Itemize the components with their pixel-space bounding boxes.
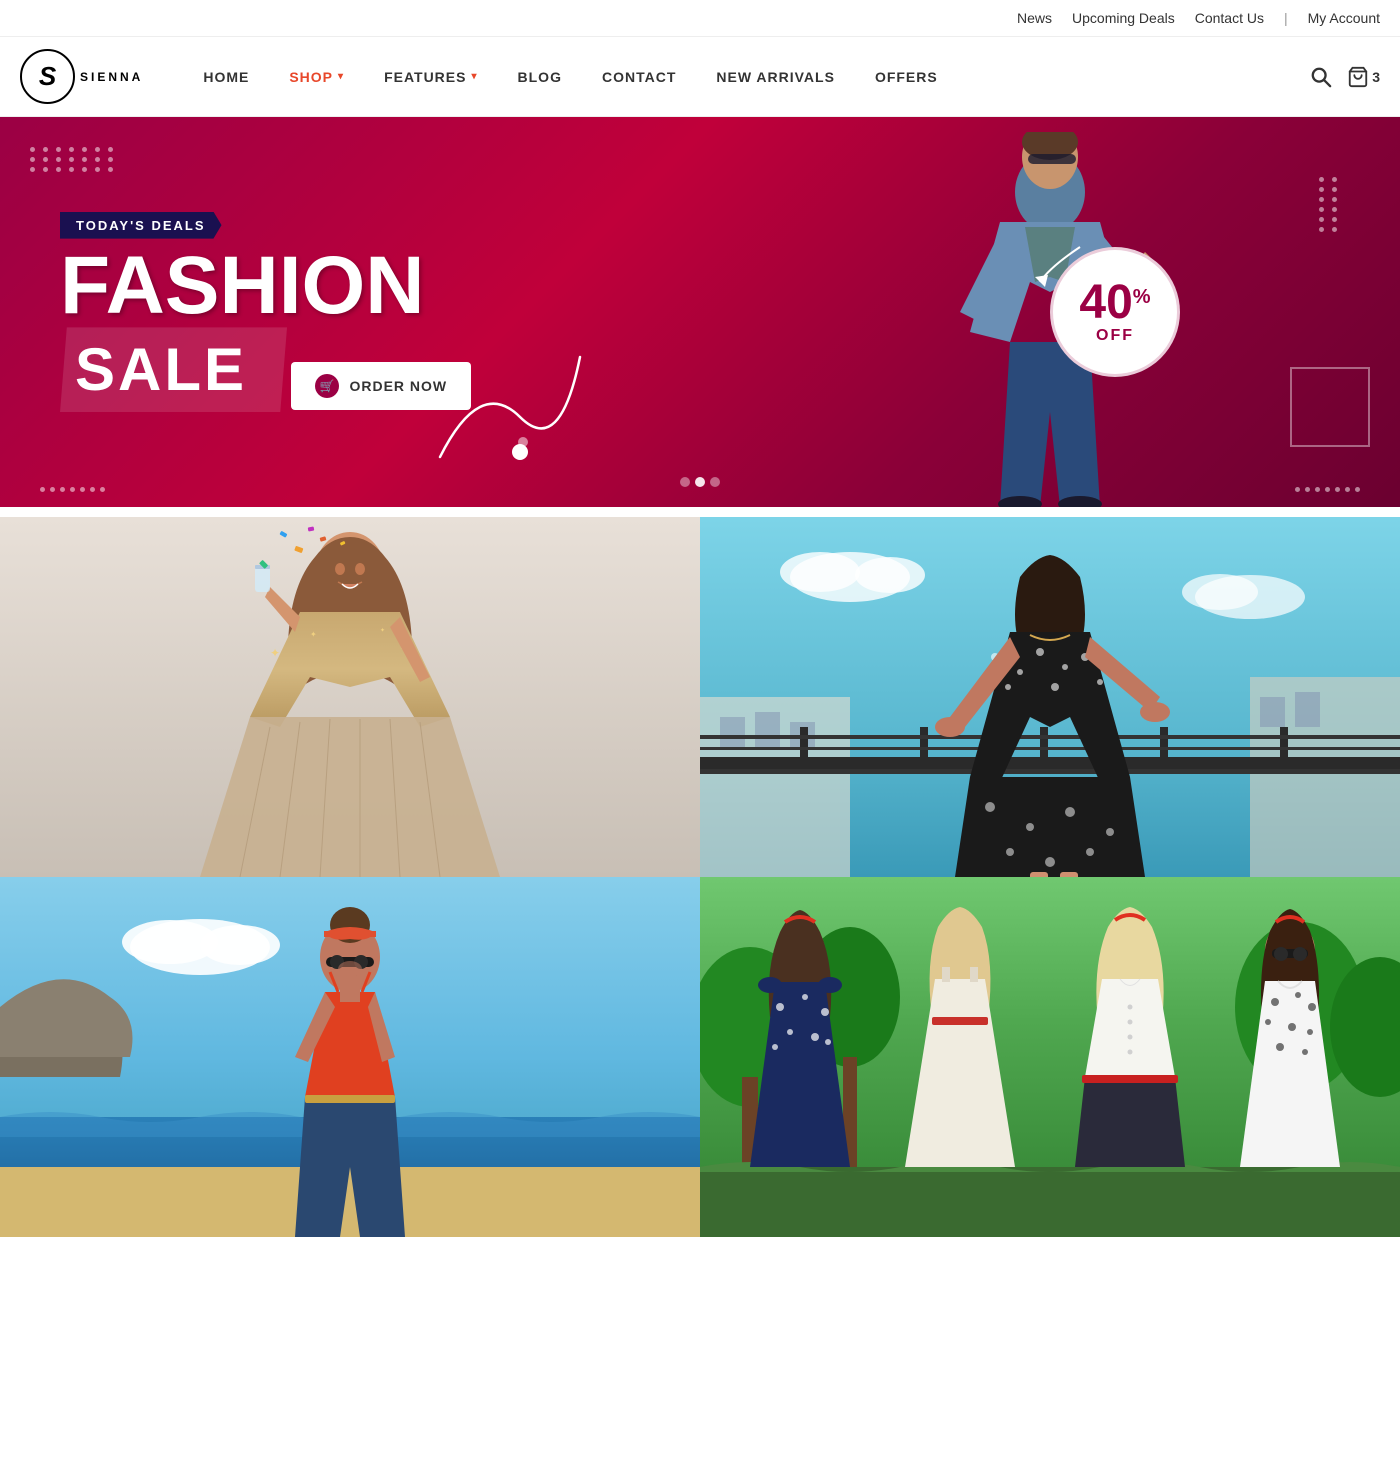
- cart-count: 3: [1372, 69, 1380, 85]
- nav-offers[interactable]: OFFERS: [855, 37, 958, 117]
- product-grid: ✦ ✦ ✦ ✦: [0, 517, 1400, 1237]
- nav-home[interactable]: HOME: [183, 37, 269, 117]
- nav-features[interactable]: FEATURES ▾: [364, 37, 497, 117]
- product-4-image: [700, 877, 1400, 1237]
- main-navigation: S SIENNA HOME SHOP ▾ FEATURES ▾ BLOG CON…: [0, 37, 1400, 117]
- svg-text:✦: ✦: [310, 630, 317, 639]
- hero-swirl-decoration: [420, 297, 620, 497]
- product-card-2[interactable]: [700, 517, 1400, 877]
- top-bar-news-link[interactable]: News: [1017, 10, 1052, 26]
- logo-brand: SIENNA: [80, 70, 143, 84]
- swirl-arrow-left: [340, 492, 420, 507]
- product-card-3[interactable]: [0, 877, 700, 1237]
- shop-chevron-icon: ▾: [338, 37, 344, 117]
- slide-dot-2[interactable]: [695, 477, 705, 487]
- nav-new-arrivals[interactable]: NEW ARRIVALS: [696, 37, 855, 117]
- logo[interactable]: S SIENNA: [20, 49, 143, 104]
- nav-shop[interactable]: SHOP ▾: [269, 37, 364, 117]
- nav-icons: 3: [1310, 66, 1380, 88]
- slide-dots: [680, 477, 720, 487]
- top-bar-my-account-link[interactable]: My Account: [1308, 10, 1380, 26]
- slide-dot-3[interactable]: [710, 477, 720, 487]
- hero-subtitle: SALE: [75, 335, 247, 404]
- dots-bottom-right: [1295, 487, 1360, 492]
- top-bar: News Upcoming Deals Contact Us | My Acco…: [0, 0, 1400, 37]
- product-3-image: [0, 877, 700, 1237]
- top-bar-contact-us-link[interactable]: Contact Us: [1195, 10, 1264, 26]
- discount-percent: %: [1133, 287, 1151, 307]
- product-card-4[interactable]: [700, 877, 1400, 1237]
- features-chevron-icon: ▾: [471, 37, 477, 117]
- discount-off: OFF: [1096, 327, 1134, 345]
- hero-title: FASHION: [60, 249, 471, 323]
- cart-button[interactable]: 3: [1347, 66, 1380, 88]
- hero-banner: TODAY'S DEALS FASHION SALE 🛒 ORDER NOW: [0, 117, 1400, 507]
- product-2-image: [700, 517, 1400, 877]
- discount-arrow: [1030, 237, 1090, 287]
- square-outline-decoration: [1290, 367, 1370, 447]
- top-bar-upcoming-deals-link[interactable]: Upcoming Deals: [1072, 10, 1175, 26]
- cart-icon: [1347, 66, 1369, 88]
- nav-blog[interactable]: BLOG: [498, 37, 582, 117]
- nav-contact[interactable]: CONTACT: [582, 37, 696, 117]
- hero-content: TODAY'S DEALS FASHION SALE 🛒 ORDER NOW: [0, 212, 471, 413]
- slide-dot-1[interactable]: [680, 477, 690, 487]
- dots-right: [1319, 177, 1340, 232]
- dots-top-left: [30, 147, 116, 172]
- today-deals-badge: TODAY'S DEALS: [60, 212, 222, 239]
- svg-text:✦: ✦: [270, 646, 280, 660]
- dots-bottom-left: [40, 487, 105, 492]
- logo-icon: S: [20, 49, 75, 104]
- svg-text:✦: ✦: [380, 627, 385, 634]
- product-card-1[interactable]: ✦ ✦ ✦ ✦: [0, 517, 700, 877]
- product-1-image: ✦ ✦ ✦ ✦: [0, 517, 700, 877]
- nav-links: HOME SHOP ▾ FEATURES ▾ BLOG CONTACT NEW …: [183, 37, 1310, 117]
- top-bar-divider: |: [1284, 10, 1288, 26]
- search-icon: [1310, 66, 1332, 88]
- search-button[interactable]: [1310, 66, 1332, 88]
- order-cart-icon: 🛒: [315, 374, 339, 398]
